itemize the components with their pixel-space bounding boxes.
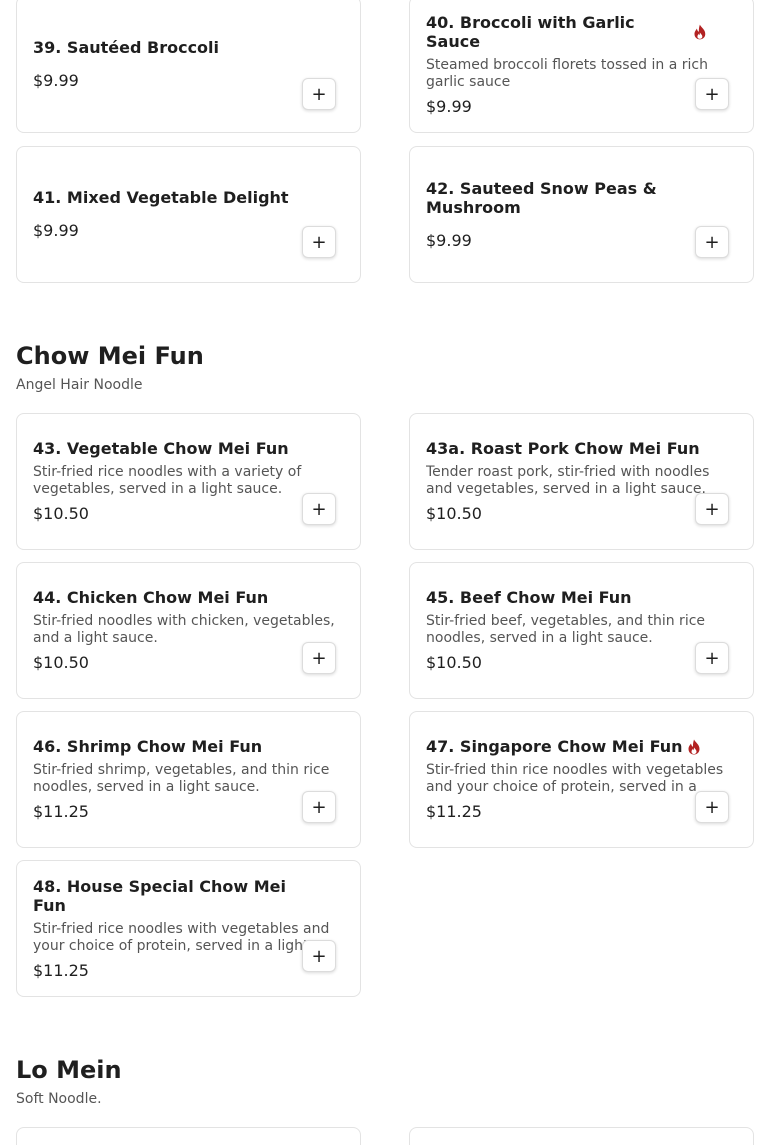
menu-item-card[interactable]: 40. Broccoli with Garlic Sauce Steamed b…: [409, 0, 754, 133]
add-to-cart-button[interactable]: +: [695, 493, 729, 525]
menu-item-card[interactable]: [16, 1127, 361, 1145]
section-header-chow-mei-fun: Chow Mei Fun Angel Hair Noodle: [16, 342, 204, 393]
item-description: Stir-fried noodles with chicken, vegetab…: [33, 613, 335, 646]
add-to-cart-button[interactable]: +: [695, 791, 729, 823]
item-description: Steamed broccoli florets tossed in a ric…: [426, 56, 708, 90]
menu-item-card[interactable]: 39. Sautéed Broccoli $9.99 +: [16, 0, 361, 133]
section-title: Lo Mein: [16, 1056, 122, 1084]
item-price: $10.50: [426, 653, 482, 672]
menu-item-card[interactable]: 41. Mixed Vegetable Delight $9.99 +: [16, 146, 361, 283]
menu-item-card[interactable]: 46. Shrimp Chow Mei Fun Stir-fried shrim…: [16, 711, 361, 848]
item-name: 48. House Special Chow Mei Fun: [33, 876, 287, 915]
add-to-cart-button[interactable]: +: [695, 78, 729, 110]
section-subtitle: Angel Hair Noodle: [16, 376, 143, 393]
menu-item-card[interactable]: [409, 1127, 754, 1145]
item-description: Tender roast pork, stir-fried with noodl…: [426, 464, 710, 497]
menu-item-card[interactable]: 45. Beef Chow Mei Fun Stir-fried beef, v…: [409, 562, 754, 699]
item-price: $11.25: [426, 802, 482, 821]
item-name-text: 47. Singapore Chow Mei Fun: [426, 737, 683, 756]
add-to-cart-button[interactable]: +: [302, 940, 336, 972]
item-name: 41. Mixed Vegetable Delight: [33, 188, 289, 207]
item-price: $9.99: [426, 96, 472, 116]
item-name-text: 40. Broccoli with Garlic Sauce: [426, 12, 635, 51]
item-price: $11.25: [33, 960, 89, 980]
item-price: $10.50: [33, 653, 89, 672]
item-name: 40. Broccoli with Garlic Sauce: [426, 13, 737, 51]
add-to-cart-button[interactable]: +: [302, 78, 336, 110]
item-name: 47. Singapore Chow Mei Fun: [426, 737, 737, 756]
section-title: Chow Mei Fun: [16, 342, 204, 370]
item-name: 39. Sautéed Broccoli: [33, 38, 220, 57]
add-to-cart-button[interactable]: +: [302, 642, 336, 674]
item-price: $11.25: [33, 802, 89, 821]
menu-item-card[interactable]: 44. Chicken Chow Mei Fun Stir-fried nood…: [16, 562, 361, 699]
menu-item-card[interactable]: 48. House Special Chow Mei Fun Stir-frie…: [16, 860, 361, 997]
menu-item-card[interactable]: 43. Vegetable Chow Mei Fun Stir-fried ri…: [16, 413, 361, 550]
item-price: $10.50: [426, 504, 482, 523]
item-description: Stir-fried beef, vegetables, and thin ri…: [426, 613, 706, 646]
item-description: Stir-fried shrimp, vegetables, and thin …: [33, 762, 330, 795]
add-to-cart-button[interactable]: +: [302, 791, 336, 823]
item-price: $9.99: [33, 221, 79, 240]
menu-item-card[interactable]: 47. Singapore Chow Mei Fun Stir-fried th…: [409, 711, 754, 848]
item-name: 44. Chicken Chow Mei Fun: [33, 588, 269, 607]
item-price: $9.99: [426, 230, 472, 250]
item-description: Stir-fried rice noodles with vegetables …: [33, 920, 330, 954]
spicy-fire-icon: [688, 739, 700, 754]
menu-item-card[interactable]: 42. Sauteed Snow Peas & Mushroom $9.99 +: [409, 146, 754, 283]
add-to-cart-button[interactable]: +: [302, 226, 336, 258]
item-price: $10.50: [33, 504, 89, 523]
section-header-lo-mein: Lo Mein Soft Noodle.: [16, 1056, 122, 1107]
item-price: $9.99: [33, 71, 79, 90]
item-name: 43. Vegetable Chow Mei Fun: [33, 439, 289, 458]
item-name: 42. Sauteed Snow Peas & Mushroom: [426, 178, 657, 217]
add-to-cart-button[interactable]: +: [695, 226, 729, 258]
item-name: 46. Shrimp Chow Mei Fun: [33, 737, 263, 756]
item-description: Stir-fried rice noodles with a variety o…: [33, 464, 302, 497]
item-name: 43a. Roast Pork Chow Mei Fun: [426, 439, 700, 458]
add-to-cart-button[interactable]: +: [695, 642, 729, 674]
section-subtitle: Soft Noodle.: [16, 1090, 102, 1107]
item-description: Stir-fried thin rice noodles with vegeta…: [426, 762, 724, 795]
item-name: 45. Beef Chow Mei Fun: [426, 588, 632, 607]
spicy-fire-icon: [694, 24, 706, 39]
menu-item-card[interactable]: 43a. Roast Pork Chow Mei Fun Tender roas…: [409, 413, 754, 550]
add-to-cart-button[interactable]: +: [302, 493, 336, 525]
